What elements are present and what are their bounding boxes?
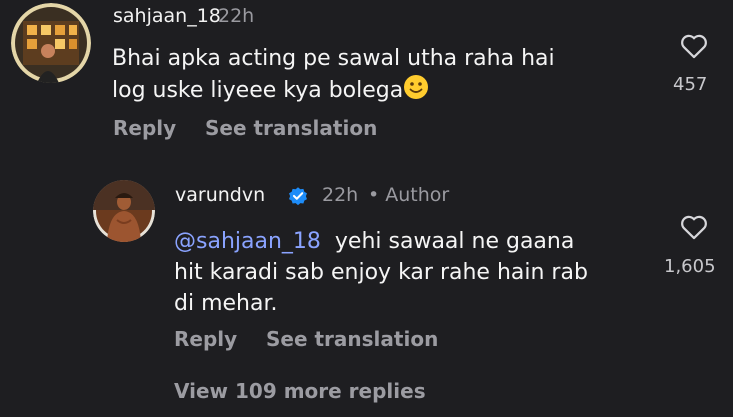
comment-username[interactable]: sahjaan_18 bbox=[113, 5, 221, 27]
like-heart-icon[interactable] bbox=[680, 33, 708, 63]
reply-reply-button[interactable]: Reply bbox=[174, 327, 237, 351]
avatar-varundvn[interactable] bbox=[93, 180, 155, 242]
avatar-sahjaan[interactable] bbox=[11, 3, 91, 83]
reply-see-translation-button[interactable]: See translation bbox=[266, 327, 438, 351]
comment-timestamp: 22h bbox=[218, 5, 255, 27]
smiley-emoji-icon bbox=[403, 74, 429, 109]
reply-username[interactable]: varundvn bbox=[175, 184, 265, 206]
reply-text-line-3: di mehar. bbox=[174, 291, 278, 316]
comment-reply-button[interactable]: Reply bbox=[113, 116, 176, 140]
comment-like-count: 457 bbox=[673, 74, 708, 95]
verified-badge-icon bbox=[287, 185, 309, 211]
reply-like-count: 1,605 bbox=[664, 256, 716, 277]
mention-link[interactable]: @sahjaan_18 bbox=[174, 229, 321, 254]
like-heart-icon[interactable] bbox=[680, 214, 708, 244]
author-badge: • Author bbox=[368, 184, 450, 206]
comment-text-line-2: log uske liyeee kya bolega bbox=[112, 74, 632, 109]
reply-text-line-1: @sahjaan_18 yehi sawaal ne gaana bbox=[174, 226, 654, 257]
comment-see-translation-button[interactable]: See translation bbox=[205, 116, 377, 140]
reply-text-line-1-words: yehi sawaal ne gaana bbox=[334, 229, 575, 254]
comment-text-line-2-words: log uske liyeee kya bolega bbox=[112, 78, 404, 103]
view-more-replies-button[interactable]: View 109 more replies bbox=[174, 379, 426, 403]
reply-text: @sahjaan_18 yehi sawaal ne gaana hit kar… bbox=[174, 226, 654, 319]
comment-text-line-1: Bhai apka acting pe sawal utha raha hai bbox=[112, 46, 555, 71]
reply-text-line-2: hit karadi sab enjoy kar rahe hain rab bbox=[174, 260, 588, 285]
comment-text: Bhai apka acting pe sawal utha raha hai … bbox=[112, 43, 632, 109]
reply-timestamp: 22h bbox=[322, 184, 359, 206]
